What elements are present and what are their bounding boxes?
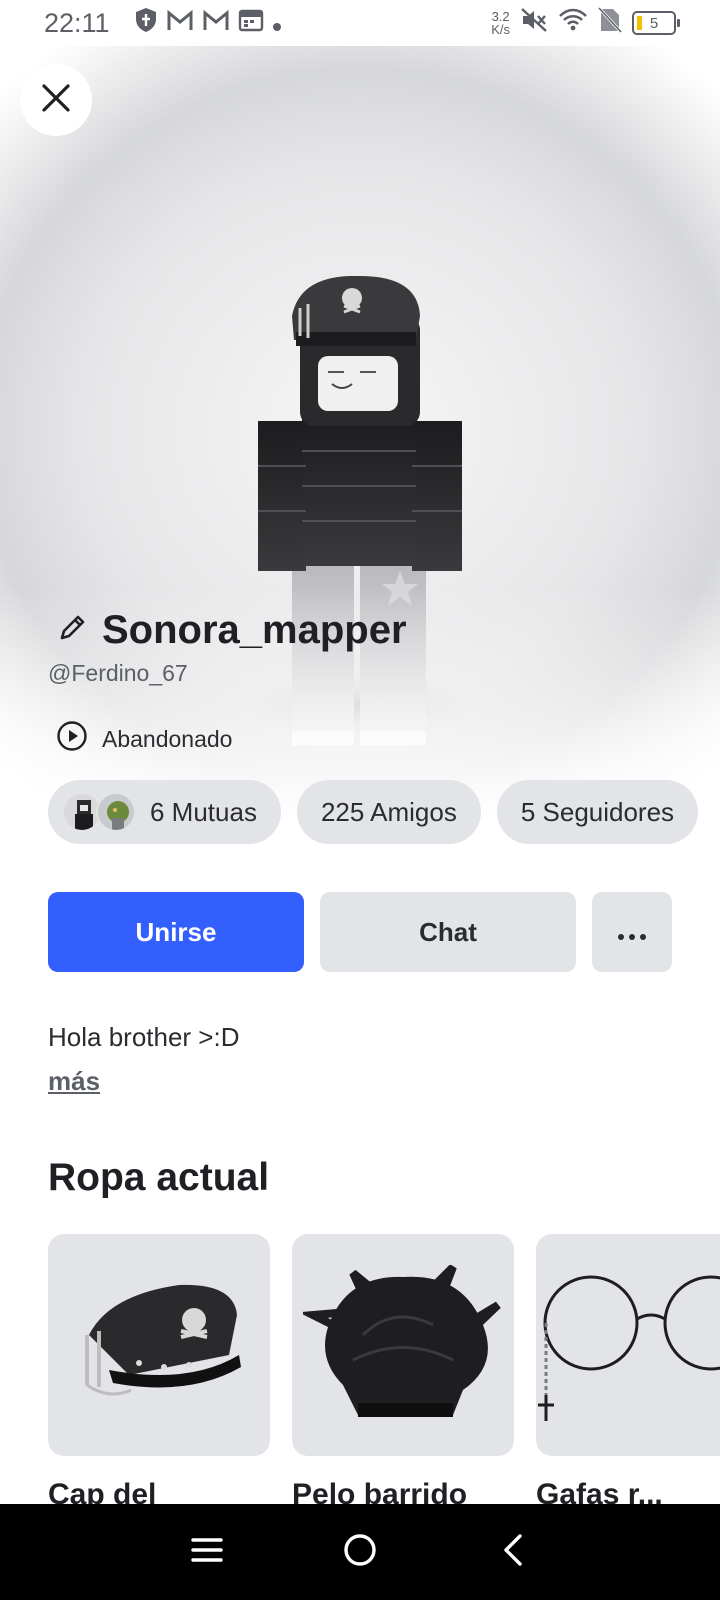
status-left: 22:11 [44, 7, 282, 40]
glasses-icon [538, 1275, 720, 1421]
status-time: 22:11 [44, 7, 110, 38]
dot-icon [272, 8, 282, 39]
wifi-icon [558, 8, 588, 39]
mutuals-label: 6 Mutuas [150, 796, 257, 827]
play-circle-icon [56, 720, 88, 758]
status-bar: 22:11 3.2 K/s 5 [0, 0, 720, 46]
current-outfit-title: Ropa actual [48, 1156, 270, 1199]
display-name: Sonora_mapper [102, 608, 407, 652]
chat-button[interactable]: Chat [320, 892, 576, 972]
social-chips: 6 Mutuas 225 Amigos 5 Seguidores [48, 780, 699, 844]
join-button[interactable]: Unirse [48, 892, 304, 972]
system-nav-bar [0, 1504, 720, 1600]
presence-label: Abandonado [102, 725, 233, 752]
back-chevron-icon [502, 1533, 524, 1572]
nav-home-button[interactable] [330, 1522, 390, 1582]
friends-chip[interactable]: 225 Amigos [296, 780, 481, 844]
more-link[interactable]: más [48, 1066, 100, 1097]
no-sim-icon [597, 6, 623, 40]
net-speed: 3.2 K/s [491, 10, 510, 36]
profile-screen: 22:11 3.2 K/s 5 Sonora_mapper @Ferdino_6… [0, 0, 720, 1600]
friends-label: 225 Amigos [320, 796, 457, 827]
followers-chip[interactable]: 5 Seguidores [496, 780, 699, 844]
nav-back-button[interactable] [483, 1522, 543, 1582]
outfit-item[interactable]: Cap del [48, 1234, 270, 1512]
item-thumbnail [536, 1234, 720, 1456]
home-circle-icon [343, 1533, 377, 1572]
followers-label: 5 Seguidores [520, 796, 675, 827]
avatar [96, 792, 136, 832]
item-thumbnail [48, 1234, 270, 1456]
outfit-item[interactable]: Gafas r... [536, 1234, 720, 1512]
close-button[interactable] [20, 64, 92, 136]
profile-bio: Hola brother >:D [48, 1022, 240, 1052]
presence-status: Abandonado [56, 720, 232, 758]
nav-menu-button[interactable] [177, 1522, 237, 1582]
gmail-icon [202, 8, 230, 39]
calendar-icon [238, 8, 264, 39]
mute-icon [520, 7, 548, 40]
skull-cap-icon [85, 1284, 241, 1396]
gmail-icon [166, 8, 194, 39]
pencil-icon[interactable] [56, 612, 88, 649]
hair-icon [303, 1265, 501, 1417]
outfit-items: Cap del Pelo barrido Gafas r... [48, 1234, 720, 1512]
net-speed-unit: K/s [491, 22, 510, 37]
status-right: 3.2 K/s 5 [491, 6, 680, 40]
outfit-item[interactable]: Pelo barrido [292, 1234, 514, 1512]
mutuals-chip[interactable]: 6 Mutuas [48, 780, 281, 844]
display-name-row: Sonora_mapper [56, 608, 407, 653]
mutual-avatars [62, 792, 136, 832]
action-buttons: Unirse Chat [48, 892, 672, 972]
more-dots-icon [617, 917, 647, 948]
username-handle: @Ferdino_67 [48, 660, 188, 686]
battery-icon: 5 [632, 11, 680, 35]
menu-icon [190, 1537, 223, 1568]
shield-icon [134, 7, 158, 40]
close-icon [41, 83, 71, 118]
battery-level: 5 [649, 14, 659, 32]
item-thumbnail [292, 1234, 514, 1456]
more-options-button[interactable] [592, 892, 672, 972]
